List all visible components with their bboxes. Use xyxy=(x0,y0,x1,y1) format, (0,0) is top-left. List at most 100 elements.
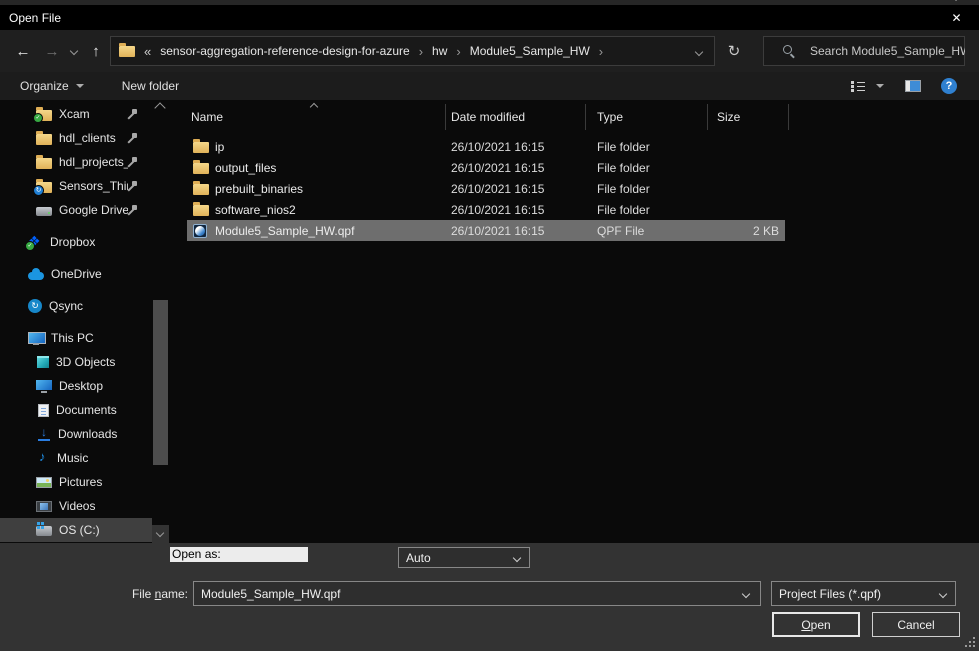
cube-icon xyxy=(37,356,49,368)
sidebar-item-this-pc[interactable]: This PC xyxy=(0,326,152,350)
scroll-down-button[interactable] xyxy=(152,525,169,543)
qpf-icon xyxy=(193,224,207,238)
pin-icon xyxy=(128,205,138,215)
dropdown-triangle-icon xyxy=(76,84,84,88)
column-divider[interactable] xyxy=(585,104,586,130)
address-dropdown-icon[interactable] xyxy=(695,48,703,56)
breadcrumb-overflow[interactable]: « xyxy=(144,44,151,59)
sidebar-item-desktop[interactable]: Desktop xyxy=(0,374,152,398)
folder-icon xyxy=(193,184,209,195)
refresh-button[interactable]: ↻ xyxy=(719,36,749,66)
back-button[interactable]: ← xyxy=(10,30,36,72)
file-rows: ip 26/10/2021 16:15 File folder output_f… xyxy=(170,136,979,241)
breadcrumb-segment[interactable]: hw › xyxy=(432,44,470,59)
breadcrumb-segment[interactable]: Module5_Sample_HW › xyxy=(470,44,612,59)
chevron-down-icon[interactable] xyxy=(742,589,750,597)
breadcrumb-separator[interactable]: › xyxy=(419,44,423,59)
column-divider[interactable] xyxy=(788,104,789,130)
open-as-label: Open as: xyxy=(170,547,308,562)
close-icon: ✕ xyxy=(951,11,961,25)
column-divider[interactable] xyxy=(707,104,708,130)
forward-button[interactable]: → xyxy=(40,30,64,72)
file-list: Name Date modified Type Size ip 26/10/20… xyxy=(170,100,979,543)
file-row-prebuilt-binaries[interactable]: prebuilt_binaries 26/10/2021 16:15 File … xyxy=(187,178,785,199)
pin-icon xyxy=(128,181,138,191)
sidebar-item-pictures[interactable]: Pictures xyxy=(0,470,152,494)
search-icon xyxy=(782,44,796,58)
file-row-software-nios2[interactable]: software_nios2 26/10/2021 16:15 File fol… xyxy=(187,199,785,220)
change-view-button[interactable] xyxy=(851,77,893,95)
column-divider[interactable] xyxy=(445,104,446,130)
sidebar-scrollbar[interactable] xyxy=(152,100,169,543)
breadcrumb-separator[interactable]: › xyxy=(456,44,460,59)
file-type-select[interactable]: Project Files (*.qpf) xyxy=(771,581,956,606)
address-bar[interactable]: « sensor-aggregation-reference-design-fo… xyxy=(110,36,715,66)
file-name-input[interactable] xyxy=(194,582,743,605)
scroll-up-icon[interactable] xyxy=(154,102,165,113)
open-file-dialog: 26/10/2021 16:15 File folder ∨ Open File… xyxy=(0,0,979,651)
file-row-ip[interactable]: ip 26/10/2021 16:15 File folder xyxy=(187,136,785,157)
document-icon xyxy=(38,404,49,417)
pin-icon xyxy=(128,157,138,167)
folder-sync-icon xyxy=(36,182,52,193)
sidebar-item-downloads[interactable]: Downloads xyxy=(0,422,152,446)
sort-ascending-icon xyxy=(310,103,318,111)
up-button[interactable]: ↑ xyxy=(84,30,108,72)
sidebar-item-google-drive-g[interactable]: Google Drive (G:) xyxy=(0,198,152,222)
scrollbar-thumb[interactable] xyxy=(153,300,168,465)
chevron-down-icon xyxy=(513,553,521,561)
back-icon: ← xyxy=(16,43,31,60)
folder-icon xyxy=(119,46,135,57)
refresh-icon: ↻ xyxy=(728,43,741,60)
folder-icon xyxy=(36,158,52,169)
cancel-button[interactable]: Cancel xyxy=(872,612,960,637)
close-button[interactable]: ✕ xyxy=(934,5,979,30)
search-box xyxy=(763,36,965,66)
resize-grip[interactable] xyxy=(965,637,975,647)
file-row-module5-sample-hw-qpf[interactable]: Module5_Sample_HW.qpf 26/10/2021 16:15 Q… xyxy=(187,220,785,241)
breadcrumb-separator[interactable]: › xyxy=(599,44,603,59)
qsync-icon xyxy=(28,299,42,313)
command-toolbar: Organize New folder ? xyxy=(0,72,979,100)
background-type-text: File folder xyxy=(330,0,378,3)
sidebar-item-3d-objects[interactable]: 3D Objects xyxy=(0,350,152,374)
folder-icon xyxy=(193,205,209,216)
sidebar-item-hdl-clients[interactable]: hdl_clients xyxy=(0,126,152,150)
preview-pane-button[interactable] xyxy=(905,78,927,94)
background-corner-glyph: ∨ xyxy=(952,0,960,4)
forward-icon: → xyxy=(45,43,60,60)
recent-locations-button[interactable] xyxy=(66,30,82,72)
sidebar-item-dropbox[interactable]: Dropbox xyxy=(0,230,152,254)
sidebar-item-xcam[interactable]: Xcam xyxy=(0,102,152,126)
open-as-select[interactable]: Auto xyxy=(398,547,530,568)
column-header-type[interactable]: Type xyxy=(597,110,623,124)
new-folder-button[interactable]: New folder xyxy=(122,79,179,93)
dropdown-triangle-icon xyxy=(876,84,884,88)
column-header-date-modified[interactable]: Date modified xyxy=(451,110,525,124)
picture-icon xyxy=(36,477,52,488)
sidebar-item-onedrive[interactable]: OneDrive xyxy=(0,262,152,286)
download-icon xyxy=(37,428,51,441)
column-header-name[interactable]: Name xyxy=(191,110,223,124)
sidebar-item-documents[interactable]: Documents xyxy=(0,398,152,422)
breadcrumb-segment[interactable]: sensor-aggregation-reference-design-for-… xyxy=(160,44,432,59)
sidebar-item-os-c[interactable]: OS (C:) xyxy=(0,518,152,542)
dropbox-icon xyxy=(28,235,43,249)
titlebar: Open File ✕ xyxy=(0,5,979,30)
sidebar-item-music[interactable]: Music xyxy=(0,446,152,470)
sidebar-item-qsync[interactable]: Qsync xyxy=(0,294,152,318)
background-date-text: 26/10/2021 16:15 xyxy=(63,0,149,3)
sidebar-item-videos[interactable]: Videos xyxy=(0,494,152,518)
sidebar-item-hdl-projects-int[interactable]: hdl_projects_int xyxy=(0,150,152,174)
dialog-window: Open File ✕ ← → ↑ « sensor-aggregation-r… xyxy=(0,5,979,651)
open-button[interactable]: Open xyxy=(772,612,860,637)
file-row-output-files[interactable]: output_files 26/10/2021 16:15 File folde… xyxy=(187,157,785,178)
cloud-icon xyxy=(28,272,44,280)
file-name-combo xyxy=(193,581,761,606)
search-input[interactable] xyxy=(810,44,965,58)
help-button[interactable]: ? xyxy=(941,76,963,96)
sidebar-item-sensors-think-c[interactable]: Sensors_Think_C xyxy=(0,174,152,198)
folder-icon xyxy=(193,142,209,153)
organize-button[interactable]: Organize xyxy=(20,79,84,93)
column-header-size[interactable]: Size xyxy=(717,110,740,124)
